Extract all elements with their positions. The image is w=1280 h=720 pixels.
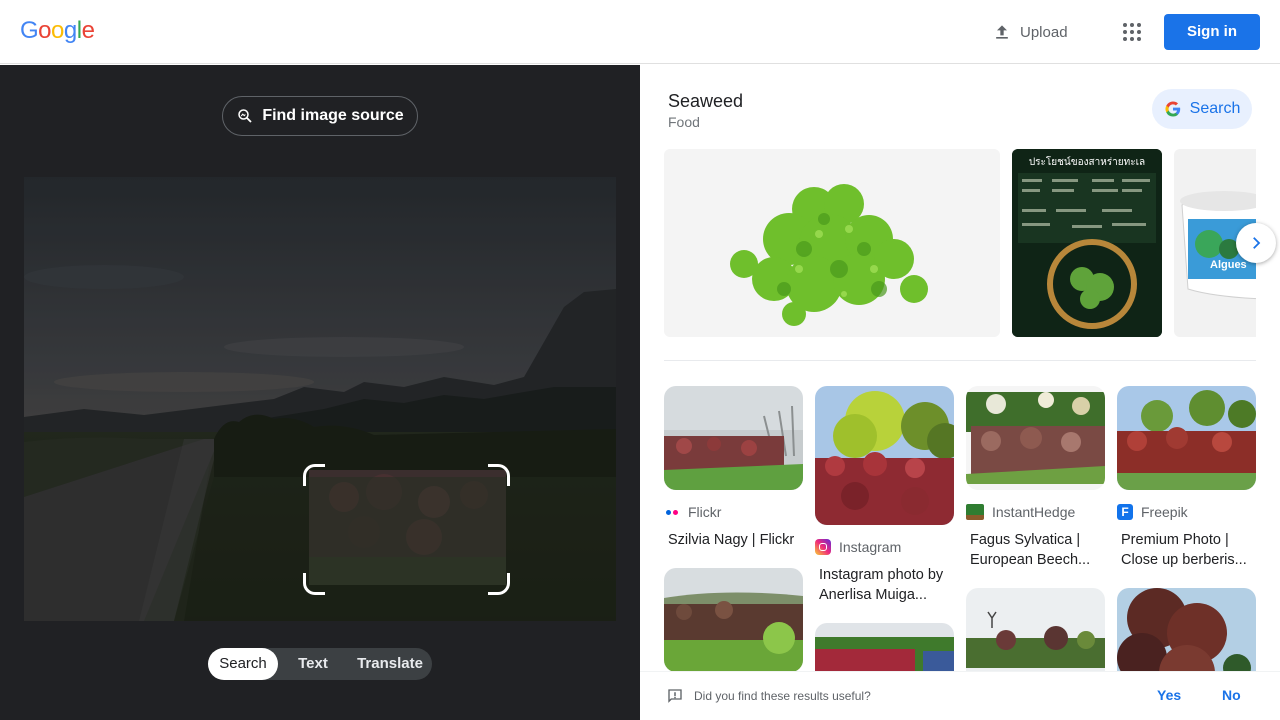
result-source[interactable]: Flickr <box>664 504 803 520</box>
find-image-source-button[interactable]: Find image source <box>222 96 418 136</box>
logo-letter: o <box>38 17 52 44</box>
result-source-name: InstantHedge <box>992 504 1076 520</box>
result-source[interactable]: F Freepik <box>1117 504 1256 520</box>
feedback-icon <box>668 689 682 703</box>
seaweed-infographic-title: ประโยชน์ของสาหร่ายทะเล <box>1028 157 1146 168</box>
knowledge-subtitle: Food <box>668 114 700 130</box>
result-source[interactable]: Instagram <box>815 539 954 555</box>
image-search-icon <box>238 109 252 123</box>
result-source-name: Freepik <box>1141 504 1188 520</box>
result-title[interactable]: Premium Photo | Close up berberis... <box>1121 530 1253 570</box>
result-thumbnail[interactable] <box>966 386 1105 490</box>
results-divider <box>664 360 1256 361</box>
lens-image-pane: Find image source Search Text Translate <box>0 65 640 720</box>
freepik-icon: F <box>1117 504 1133 520</box>
knowledge-search-label: Search <box>1189 100 1241 117</box>
carousel-next-button[interactable] <box>1236 223 1276 263</box>
upload-button[interactable]: Upload <box>992 20 1068 44</box>
feedback-no-button[interactable]: No <box>1222 687 1241 703</box>
mode-text-tab[interactable]: Text <box>278 648 348 680</box>
feedback-bar: Did you find these results useful? Yes N… <box>640 671 1280 720</box>
logo-letter: o <box>51 17 64 44</box>
result-title[interactable]: Instagram photo by Anerlisa Muiga... <box>819 565 951 605</box>
seaweed-image-2[interactable]: ประโยชน์ของสาหร่ายทะเล <box>1012 149 1162 337</box>
result-card[interactable]: Instagram Instagram photo by Anerlisa Mu… <box>815 386 954 605</box>
top-bar: Google Upload Sign in <box>0 0 1280 64</box>
product-label: Algues <box>1210 259 1247 271</box>
crop-handle-top-left[interactable] <box>303 464 325 486</box>
result-thumbnail[interactable] <box>664 386 803 490</box>
result-source[interactable]: InstantHedge <box>966 504 1105 520</box>
logo-letter: G <box>20 17 39 44</box>
upload-label: Upload <box>1020 23 1068 41</box>
results-pane: Seaweed Food Search ประโยชน์ของสาหร่ายทะ… <box>640 65 1280 720</box>
crop-handle-bottom-left[interactable] <box>303 573 325 595</box>
knowledge-search-button[interactable]: Search <box>1152 89 1252 129</box>
feedback-question: Did you find these results useful? <box>694 689 871 703</box>
result-title[interactable]: Szilvia Nagy | Flickr <box>668 530 800 550</box>
instanthedge-icon <box>966 504 984 520</box>
result-source-name: Flickr <box>688 504 722 520</box>
crop-handle-bottom-right[interactable] <box>488 573 510 595</box>
logo-letter: e <box>81 17 95 44</box>
lens-mode-switcher: Search Text Translate <box>208 648 432 680</box>
result-card[interactable]: InstantHedge Fagus Sylvatica | European … <box>966 386 1105 570</box>
crop-selection-box[interactable] <box>303 464 510 595</box>
result-card[interactable]: F Freepik Premium Photo | Close up berbe… <box>1117 386 1256 570</box>
upload-icon <box>996 25 1008 39</box>
result-thumbnail[interactable] <box>815 386 954 525</box>
logo-letter: g <box>63 17 77 44</box>
chevron-right-icon <box>1253 237 1261 249</box>
flickr-icon <box>664 509 680 515</box>
result-card[interactable]: Flickr Szilvia Nagy | Flickr <box>664 386 803 550</box>
apps-grid-icon[interactable] <box>1120 20 1144 44</box>
feedback-yes-button[interactable]: Yes <box>1157 687 1181 703</box>
seaweed-image-1[interactable] <box>664 149 1000 337</box>
find-image-source-label: Find image source <box>262 107 404 124</box>
result-card[interactable] <box>664 568 803 672</box>
knowledge-title: Seaweed <box>668 91 744 111</box>
result-thumbnail[interactable] <box>664 568 803 672</box>
result-source-name: Instagram <box>839 539 902 555</box>
mode-search-tab[interactable]: Search <box>208 648 278 680</box>
instagram-icon <box>815 539 831 555</box>
sign-in-button[interactable]: Sign in <box>1164 14 1260 50</box>
google-g-icon <box>1165 101 1180 117</box>
mode-translate-tab[interactable]: Translate <box>348 648 432 680</box>
result-title[interactable]: Fagus Sylvatica | European Beech... <box>970 530 1102 570</box>
result-thumbnail[interactable] <box>1117 386 1256 490</box>
google-logo[interactable]: Google <box>20 17 95 45</box>
crop-handle-top-right[interactable] <box>488 464 510 486</box>
